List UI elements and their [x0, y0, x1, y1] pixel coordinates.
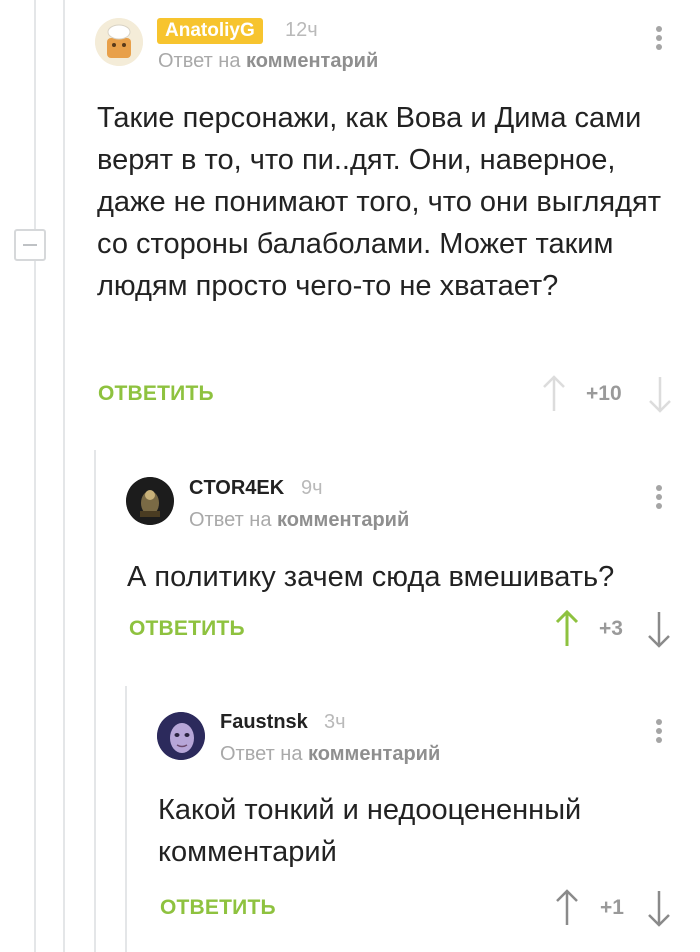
reply-button[interactable]: ОТВЕТИТЬ	[98, 382, 214, 406]
more-options-icon[interactable]	[655, 26, 663, 53]
reply-to-link[interactable]: Ответ на комментарий	[158, 50, 378, 73]
comment-score: +1	[600, 896, 624, 919]
collapse-thread-button[interactable]	[14, 229, 46, 261]
thread-line	[94, 450, 96, 952]
reply-target[interactable]: комментарий	[308, 743, 440, 765]
thread-line	[125, 686, 127, 952]
reply-target[interactable]: комментарий	[277, 509, 409, 531]
reply-button[interactable]: ОТВЕТИТЬ	[129, 617, 245, 641]
comment-time: 12ч	[285, 19, 318, 41]
more-options-icon[interactable]	[655, 719, 663, 746]
reply-target[interactable]: комментарий	[246, 50, 378, 72]
downvote-arrow-icon[interactable]	[645, 609, 673, 649]
avatar[interactable]	[157, 712, 205, 760]
chef-avatar-icon	[95, 18, 143, 66]
author-name[interactable]: CTOR4EK	[189, 477, 284, 500]
comment-time: 3ч	[324, 711, 346, 733]
upvote-arrow-icon[interactable]	[540, 374, 568, 414]
downvote-arrow-icon[interactable]	[645, 888, 673, 928]
thread-line	[63, 0, 65, 952]
comment-score: +3	[599, 617, 623, 640]
avatar[interactable]	[126, 477, 174, 525]
reply-to-link[interactable]: Ответ на комментарий	[220, 743, 440, 766]
reply-to-link[interactable]: Ответ на комментарий	[189, 509, 409, 532]
avatar[interactable]	[95, 18, 143, 66]
comment-text: Такие персонажи, как Вова и Дима сами ве…	[97, 102, 662, 302]
comment-text: Какой тонкий и недооцененный комментарий	[158, 794, 582, 868]
downvote-arrow-icon[interactable]	[646, 374, 674, 414]
more-options-icon[interactable]	[655, 485, 663, 512]
comment-text: А политику зачем сюда вмешивать?	[127, 561, 615, 593]
upvote-arrow-icon[interactable]	[553, 888, 581, 928]
dark-avatar-icon	[126, 477, 174, 525]
author-name[interactable]: AnatoliyG	[157, 18, 263, 44]
thread-line	[34, 261, 36, 952]
thread-line	[34, 0, 36, 229]
upvote-arrow-icon[interactable]	[553, 609, 581, 649]
author-name[interactable]: Faustnsk	[220, 711, 308, 734]
reply-button[interactable]: ОТВЕТИТЬ	[160, 896, 276, 920]
portrait-avatar-icon	[157, 712, 205, 760]
comment-time: 9ч	[301, 477, 323, 499]
comment-score: +10	[586, 382, 622, 405]
